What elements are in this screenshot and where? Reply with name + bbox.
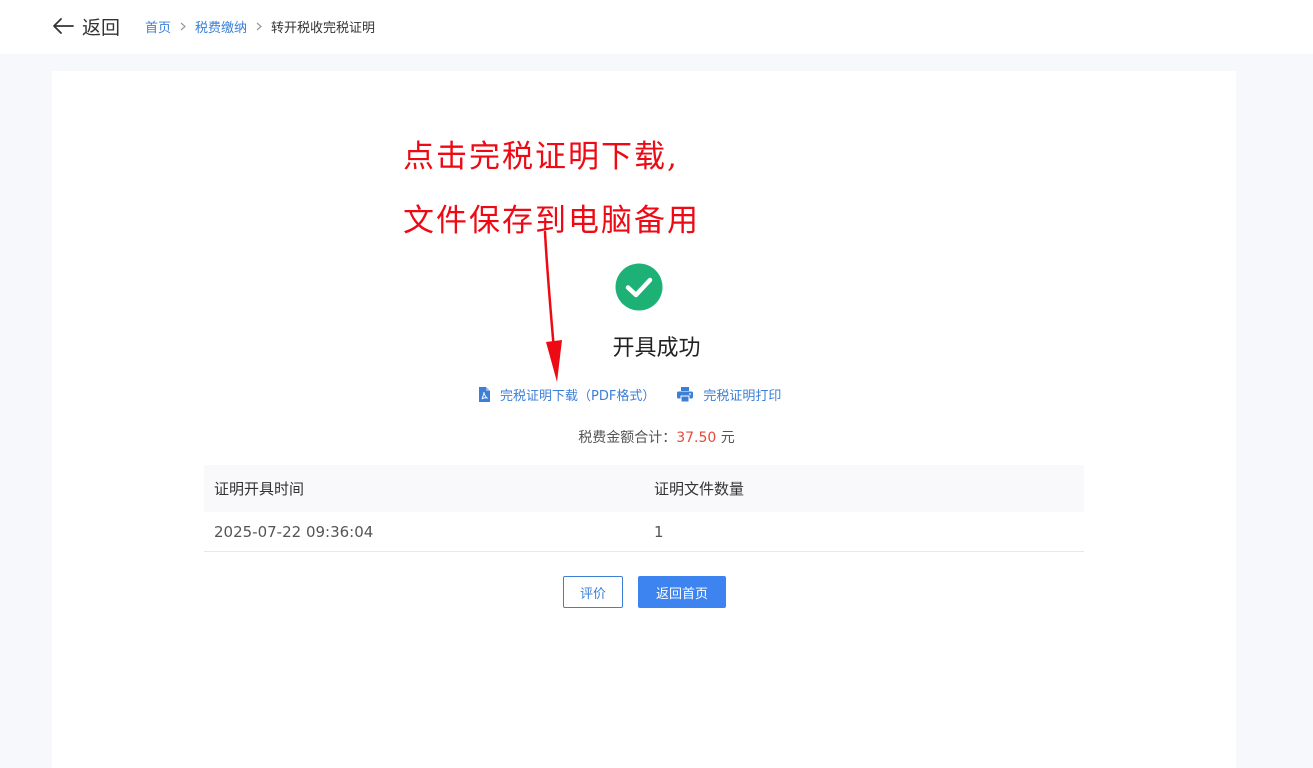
annotation-line-1: 点击完税证明下载, [403, 139, 679, 175]
tax-total-label: 税费金额合计： [578, 430, 677, 446]
review-button[interactable]: 评价 [563, 576, 623, 608]
table-row: 2025-07-22 09:36:04 1 [204, 512, 1084, 552]
certificate-table: 证明开具时间 证明文件数量 2025-07-22 09:36:04 1 [204, 465, 1084, 552]
breadcrumb-current: 转开税收完税证明 [271, 21, 376, 36]
check-circle-icon [615, 263, 663, 311]
cell-file-count: 1 [654, 522, 664, 541]
arrow-left-icon [53, 18, 74, 34]
result-title: 开具成功 [612, 336, 701, 361]
download-pdf-link[interactable]: 完税证明下载（PDF格式） [478, 385, 655, 404]
back-label: 返回 [82, 16, 121, 39]
breadcrumb: 首页 税费缴纳 转开税收完税证明 [145, 17, 375, 36]
table-header: 证明开具时间 证明文件数量 [204, 465, 1084, 512]
breadcrumb-home[interactable]: 首页 [145, 17, 171, 36]
print-certificate-label: 完税证明打印 [703, 388, 782, 404]
tax-total-currency: 元 [720, 430, 735, 446]
return-home-button[interactable]: 返回首页 [638, 576, 726, 608]
tax-total-amount: 37.50 [676, 430, 717, 446]
download-pdf-label: 完税证明下载（PDF格式） [500, 388, 656, 404]
column-header-issue-time: 证明开具时间 [214, 480, 305, 498]
chevron-right-icon [256, 22, 262, 31]
annotation-arrow-icon [543, 230, 562, 382]
print-certificate-link[interactable]: 完税证明打印 [677, 385, 781, 404]
chevron-right-icon [180, 22, 186, 31]
column-header-file-count: 证明文件数量 [654, 480, 745, 498]
breadcrumb-tax-payment[interactable]: 税费缴纳 [195, 17, 247, 36]
top-bar: 返回 首页 税费缴纳 转开税收完税证明 [0, 0, 1313, 54]
printer-icon [677, 386, 694, 402]
cell-issue-time: 2025-07-22 09:36:04 [214, 522, 374, 541]
tax-total: 税费金额合计：37.50 元 [0, 427, 1313, 447]
certificate-actions: 完税证明下载（PDF格式） 完税证明打印 [478, 384, 781, 404]
pdf-file-icon [479, 386, 490, 402]
back-button[interactable]: 返回 [52, 12, 120, 40]
